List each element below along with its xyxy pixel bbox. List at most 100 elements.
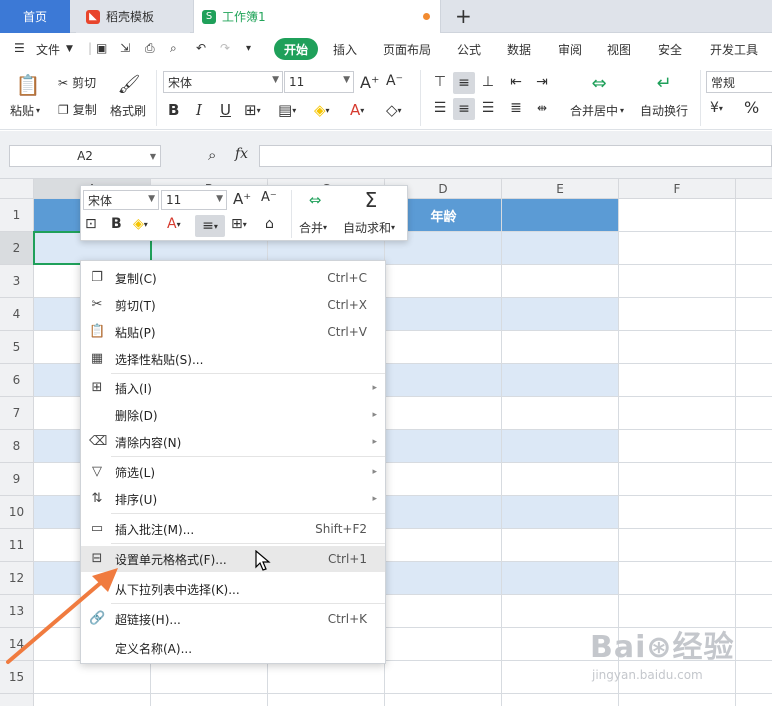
mini-bold-button[interactable]: B <box>111 216 122 232</box>
mini-font-color-icon[interactable]: A ▾ <box>167 216 181 232</box>
copy-button[interactable]: ❐ 复制 <box>58 101 97 118</box>
cut-button[interactable]: ✂ 剪切 <box>58 74 96 91</box>
quick-access-more-icon[interactable]: ▾ <box>246 43 251 54</box>
context-item-copy[interactable]: ❐ 复制(C) Ctrl+C <box>81 265 385 291</box>
align-center-icon[interactable]: ≡ <box>453 98 475 120</box>
context-item-paste[interactable]: 📋 粘贴(P) Ctrl+V <box>81 319 385 345</box>
row-header-1[interactable]: 1 <box>0 199 34 232</box>
number-format-select[interactable]: 常规 <box>706 71 772 93</box>
border-icon[interactable]: ⊞ ▾ <box>244 101 261 119</box>
zoom-search-icon[interactable]: ⌕ <box>208 146 216 164</box>
context-item-insert[interactable]: ⊞ 插入(I) ▸ <box>81 375 385 401</box>
mini-autosum-icon[interactable]: Σ <box>359 188 383 212</box>
menu-file[interactable]: 文件 <box>36 41 60 58</box>
format-painter-icon[interactable]: 🖌 <box>118 72 141 96</box>
hamburger-icon[interactable]: ☰ <box>14 41 25 55</box>
justify-icon[interactable]: ≣ <box>506 98 526 118</box>
fx-button[interactable]: fx <box>235 146 248 162</box>
row-header-5[interactable]: 5 <box>0 331 34 364</box>
context-item-insert-comment[interactable]: ▭ 插入批注(M)... Shift+F2 <box>81 516 385 542</box>
wrap-text-icon[interactable]: ↵ <box>652 72 676 94</box>
menu-formula[interactable]: 公式 <box>457 41 481 58</box>
bold-button[interactable]: B <box>168 101 179 119</box>
mini-format-painter-icon[interactable]: ⌂ <box>265 216 274 232</box>
chevron-down-icon[interactable]: ▼ <box>66 44 73 54</box>
export-icon[interactable]: ⇲ <box>120 41 130 55</box>
mini-font-name-select[interactable]: 宋体 ▼ <box>83 190 159 210</box>
row-header-11[interactable]: 11 <box>0 529 34 562</box>
row-header-6[interactable]: 6 <box>0 364 34 397</box>
align-bottom-icon[interactable]: ⊥ <box>478 72 498 92</box>
mini-decrease-font-icon[interactable]: A⁻ <box>261 190 277 205</box>
col-header-f[interactable]: F <box>619 179 736 199</box>
redo-icon[interactable]: ↷ <box>220 41 230 55</box>
menu-review[interactable]: 审阅 <box>558 41 582 58</box>
row-header-9[interactable]: 9 <box>0 463 34 496</box>
row-header-8[interactable]: 8 <box>0 430 34 463</box>
row-header-4[interactable]: 4 <box>0 298 34 331</box>
menu-data[interactable]: 数据 <box>507 41 531 58</box>
row-header-10[interactable]: 10 <box>0 496 34 529</box>
font-color-icon[interactable]: A ▾ <box>350 101 364 119</box>
increase-indent-icon[interactable]: ⇥ <box>532 72 552 92</box>
tab-home[interactable]: 首页 <box>0 0 70 33</box>
merge-center-button[interactable]: 合并居中 ▾ <box>570 102 624 119</box>
paste-button[interactable]: 粘贴 ▾ <box>10 102 40 119</box>
tab-template[interactable]: ◣ 稻壳模板 <box>76 0 190 33</box>
decrease-indent-icon[interactable]: ⇤ <box>506 72 526 92</box>
mini-border-icon[interactable]: ⊞ ▾ <box>231 216 247 232</box>
menu-page-layout[interactable]: 页面布局 <box>383 41 431 58</box>
save-icon[interactable]: ▣ <box>96 41 107 55</box>
menu-developer[interactable]: 开发工具 <box>710 41 758 58</box>
select-all-corner[interactable] <box>0 179 34 199</box>
mini-format-icon[interactable]: ⊡ <box>85 216 97 232</box>
row-header-7[interactable]: 7 <box>0 397 34 430</box>
print-preview-icon[interactable]: ⌕ <box>170 41 177 56</box>
align-left-icon[interactable]: ☰ <box>430 98 450 118</box>
wrap-text-button[interactable]: 自动换行 <box>640 102 688 119</box>
print-icon[interactable]: ⎙ <box>145 41 155 56</box>
mini-align-center-icon[interactable]: ≡ ▾ <box>195 215 225 237</box>
formula-input[interactable] <box>259 145 772 167</box>
paste-icon[interactable]: 📋 <box>16 72 41 98</box>
new-tab-button[interactable]: + <box>455 4 472 28</box>
context-item-sort[interactable]: ⇅ 排序(U) ▸ <box>81 486 385 512</box>
row-header-3[interactable]: 3 <box>0 265 34 298</box>
row-header-2[interactable]: 2 <box>0 232 34 265</box>
fill-pattern-icon[interactable]: ▤ ▾ <box>278 101 296 119</box>
decrease-font-icon[interactable]: A⁻ <box>386 73 403 89</box>
menu-start[interactable]: 开始 <box>274 38 318 60</box>
merge-center-icon[interactable]: ⇔ <box>587 72 611 94</box>
menu-view[interactable]: 视图 <box>607 41 631 58</box>
undo-icon[interactable]: ↶ <box>196 41 206 55</box>
menu-security[interactable]: 安全 <box>658 41 682 58</box>
align-middle-icon[interactable]: ≡ <box>453 72 475 94</box>
col-header-e[interactable]: E <box>502 179 619 199</box>
mini-autosum-button[interactable]: 自动求和 ▾ <box>343 219 395 236</box>
underline-button[interactable]: U <box>220 101 231 119</box>
tab-workbook[interactable]: S 工作簿1 <box>193 0 441 33</box>
context-item-filter[interactable]: ▽ 筛选(L) ▸ <box>81 459 385 485</box>
italic-button[interactable]: I <box>196 101 202 119</box>
mini-merge-button[interactable]: 合并 ▾ <box>299 219 327 236</box>
mini-merge-icon[interactable]: ⇔ <box>303 190 327 210</box>
mini-font-size-select[interactable]: 11 ▼ <box>161 190 227 210</box>
mini-fill-color-icon[interactable]: ◈ ▾ <box>133 216 148 232</box>
name-box[interactable]: A2 ▼ <box>9 145 161 167</box>
font-size-select[interactable]: 11 ▼ <box>284 71 354 93</box>
fill-color-icon[interactable]: ◈ ▾ <box>314 101 330 119</box>
context-item-paste-special[interactable]: ▦ 选择性粘贴(S)... <box>81 346 385 372</box>
clear-format-icon[interactable]: ◇ ▾ <box>386 101 402 119</box>
font-name-select[interactable]: 宋体 ▼ <box>163 71 283 93</box>
context-item-clear[interactable]: ⌫ 清除内容(N) ▸ <box>81 429 385 455</box>
menu-insert[interactable]: 插入 <box>333 41 357 58</box>
mini-increase-font-icon[interactable]: A⁺ <box>233 190 251 208</box>
context-item-cut[interactable]: ✂ 剪切(T) Ctrl+X <box>81 292 385 318</box>
context-item-delete[interactable]: 删除(D) ▸ <box>81 402 385 428</box>
align-top-icon[interactable]: ⊤ <box>430 72 450 92</box>
format-painter-button[interactable]: 格式刷 <box>110 102 146 119</box>
percent-button[interactable]: % <box>744 98 759 117</box>
align-right-icon[interactable]: ☰ <box>478 98 498 118</box>
currency-icon[interactable]: ¥ ▾ <box>710 100 723 116</box>
distribute-icon[interactable]: ⇹ <box>532 98 552 118</box>
